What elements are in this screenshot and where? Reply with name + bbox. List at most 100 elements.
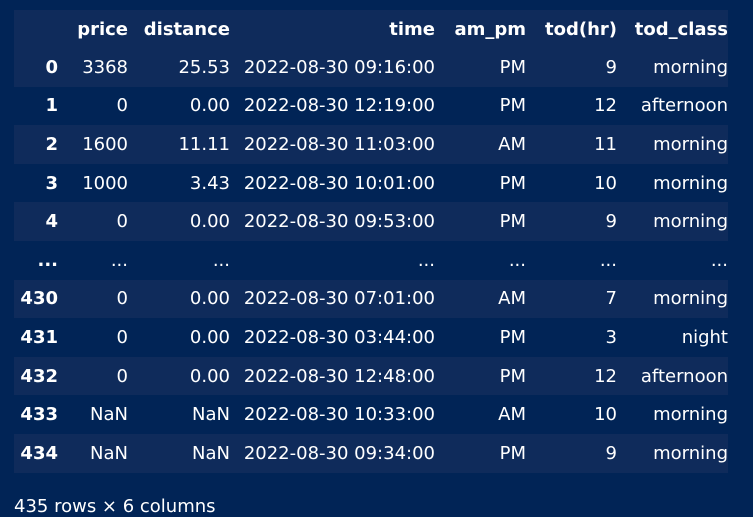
distance-cell: NaN [192,404,230,426]
am-pm-cell: AM [498,133,526,155]
table-row: 434 NaN NaN 2022-08-30 09:34:00 PM 9 morning [14,433,728,473]
tod-class-cell: ... [710,249,728,271]
column-header-tod-class: tod_class [634,18,728,40]
index-header [14,10,58,48]
index-cell: 4 [45,211,58,233]
am-pm-cell: PM [499,365,526,387]
time-cell: 2022-08-30 07:01:00 [243,288,435,310]
am-pm-cell: PM [499,95,526,117]
am-pm-cell: PM [499,56,526,78]
time-cell: ... [417,249,435,271]
table-row: 2 1600 11.11 2022-08-30 11:03:00 AM 11 morning [14,125,728,164]
price-cell: 1600 [82,133,128,155]
dataframe-output: price distance time am_pm tod(hr) tod_cl… [14,10,728,473]
table-row: 4 0 0.00 2022-08-30 09:53:00 PM 9 morning [14,202,728,241]
header-row: price distance time am_pm tod(hr) tod_cl… [14,10,728,48]
tod-class-cell: morning [653,172,728,194]
tod-hr-cell: 10 [594,404,617,426]
index-cell: 432 [20,365,58,387]
table-header: price distance time am_pm tod(hr) tod_cl… [14,10,728,48]
tod-class-cell: morning [653,288,728,310]
tod-class-cell: night [681,326,728,348]
distance-cell: 0.00 [189,288,230,310]
table-body: 0 3368 25.53 2022-08-30 09:16:00 PM 9 morning 1… [14,48,728,473]
tod-hr-cell: 7 [605,288,617,310]
tod-hr-cell: 10 [594,172,617,194]
distance-cell: 25.53 [178,56,230,78]
table-row: 432 0 0.00 2022-08-30 12:48:00 PM 12 afternoon [14,356,728,396]
table-row: 433 NaN NaN 2022-08-30 10:33:00 AM 10 morning [14,395,728,434]
tod-hr-cell: 11 [594,133,617,155]
am-pm-cell: PM [499,442,526,464]
tod-hr-cell: 12 [594,365,617,387]
distance-cell: 0.00 [189,95,230,117]
price-cell: 0 [116,288,128,310]
table-row: 431 0 0.00 2022-08-30 03:44:00 PM 3 night [14,318,728,357]
time-cell: 2022-08-30 11:03:00 [243,133,435,155]
table-row: 3 1000 3.43 2022-08-30 10:01:00 PM 10 morning [14,163,728,203]
price-cell: 0 [116,365,128,387]
price-cell: 0 [116,211,128,233]
tod-hr-cell: 9 [605,56,617,78]
time-cell: 2022-08-30 12:48:00 [243,365,435,387]
table-row: 430 0 0.00 2022-08-30 07:01:00 AM 7 morning [14,279,728,319]
time-cell: 2022-08-30 09:16:00 [243,56,435,78]
index-cell: 3 [45,172,58,194]
column-header-tod-hr: tod(hr) [545,18,617,40]
distance-cell: 0.00 [189,326,230,348]
time-cell: 2022-08-30 09:34:00 [243,442,435,464]
shape-summary: 435 rows × 6 columns [14,496,216,517]
price-cell: 0 [116,95,128,117]
table-row: 0 3368 25.53 2022-08-30 09:16:00 PM 9 morning [14,48,728,87]
index-cell: 433 [20,404,58,426]
index-cell: 430 [20,288,58,310]
time-cell: 2022-08-30 03:44:00 [243,326,435,348]
am-pm-cell: PM [499,172,526,194]
price-cell: 0 [116,326,128,348]
am-pm-cell: AM [498,404,526,426]
price-cell: NaN [90,442,128,464]
time-cell: 2022-08-30 10:01:00 [243,172,435,194]
time-cell: 2022-08-30 10:33:00 [243,404,435,426]
am-pm-cell: ... [508,249,526,271]
index-cell: 0 [45,56,58,78]
tod-class-cell: morning [653,56,728,78]
tod-hr-cell: 12 [594,95,617,117]
tod-hr-cell: ... [599,249,617,271]
tod-hr-cell: 3 [605,326,617,348]
distance-cell: 0.00 [189,211,230,233]
distance-cell: 0.00 [189,365,230,387]
price-cell: ... [110,249,128,271]
column-header-am-pm: am_pm [454,18,526,40]
index-cell: ... [37,249,58,271]
distance-cell: NaN [192,442,230,464]
column-header-price: price [77,18,128,40]
dataframe-table: price distance time am_pm tod(hr) tod_cl… [14,10,728,473]
tod-class-cell: afternoon [640,365,728,387]
time-cell: 2022-08-30 12:19:00 [243,95,435,117]
distance-cell: 3.43 [189,172,230,194]
distance-cell: ... [212,249,230,271]
index-cell: 1 [45,95,58,117]
tod-class-cell: morning [653,404,728,426]
column-header-distance: distance [143,18,230,40]
time-cell: 2022-08-30 09:53:00 [243,211,435,233]
tod-class-cell: morning [653,211,728,233]
tod-hr-cell: 9 [605,442,617,464]
tod-class-cell: morning [653,133,728,155]
am-pm-cell: PM [499,326,526,348]
index-cell: 431 [20,326,58,348]
distance-cell: 11.11 [178,133,230,155]
table-row: ..................... [14,240,728,280]
table-row: 1 0 0.00 2022-08-30 12:19:00 PM 12 afternoon [14,86,728,126]
am-pm-cell: AM [498,288,526,310]
tod-class-cell: afternoon [640,95,728,117]
tod-hr-cell: 9 [605,211,617,233]
column-header-time: time [389,18,435,40]
index-cell: 434 [20,442,58,464]
price-cell: 1000 [82,172,128,194]
tod-class-cell: morning [653,442,728,464]
price-cell: 3368 [82,56,128,78]
price-cell: NaN [90,404,128,426]
am-pm-cell: PM [499,211,526,233]
